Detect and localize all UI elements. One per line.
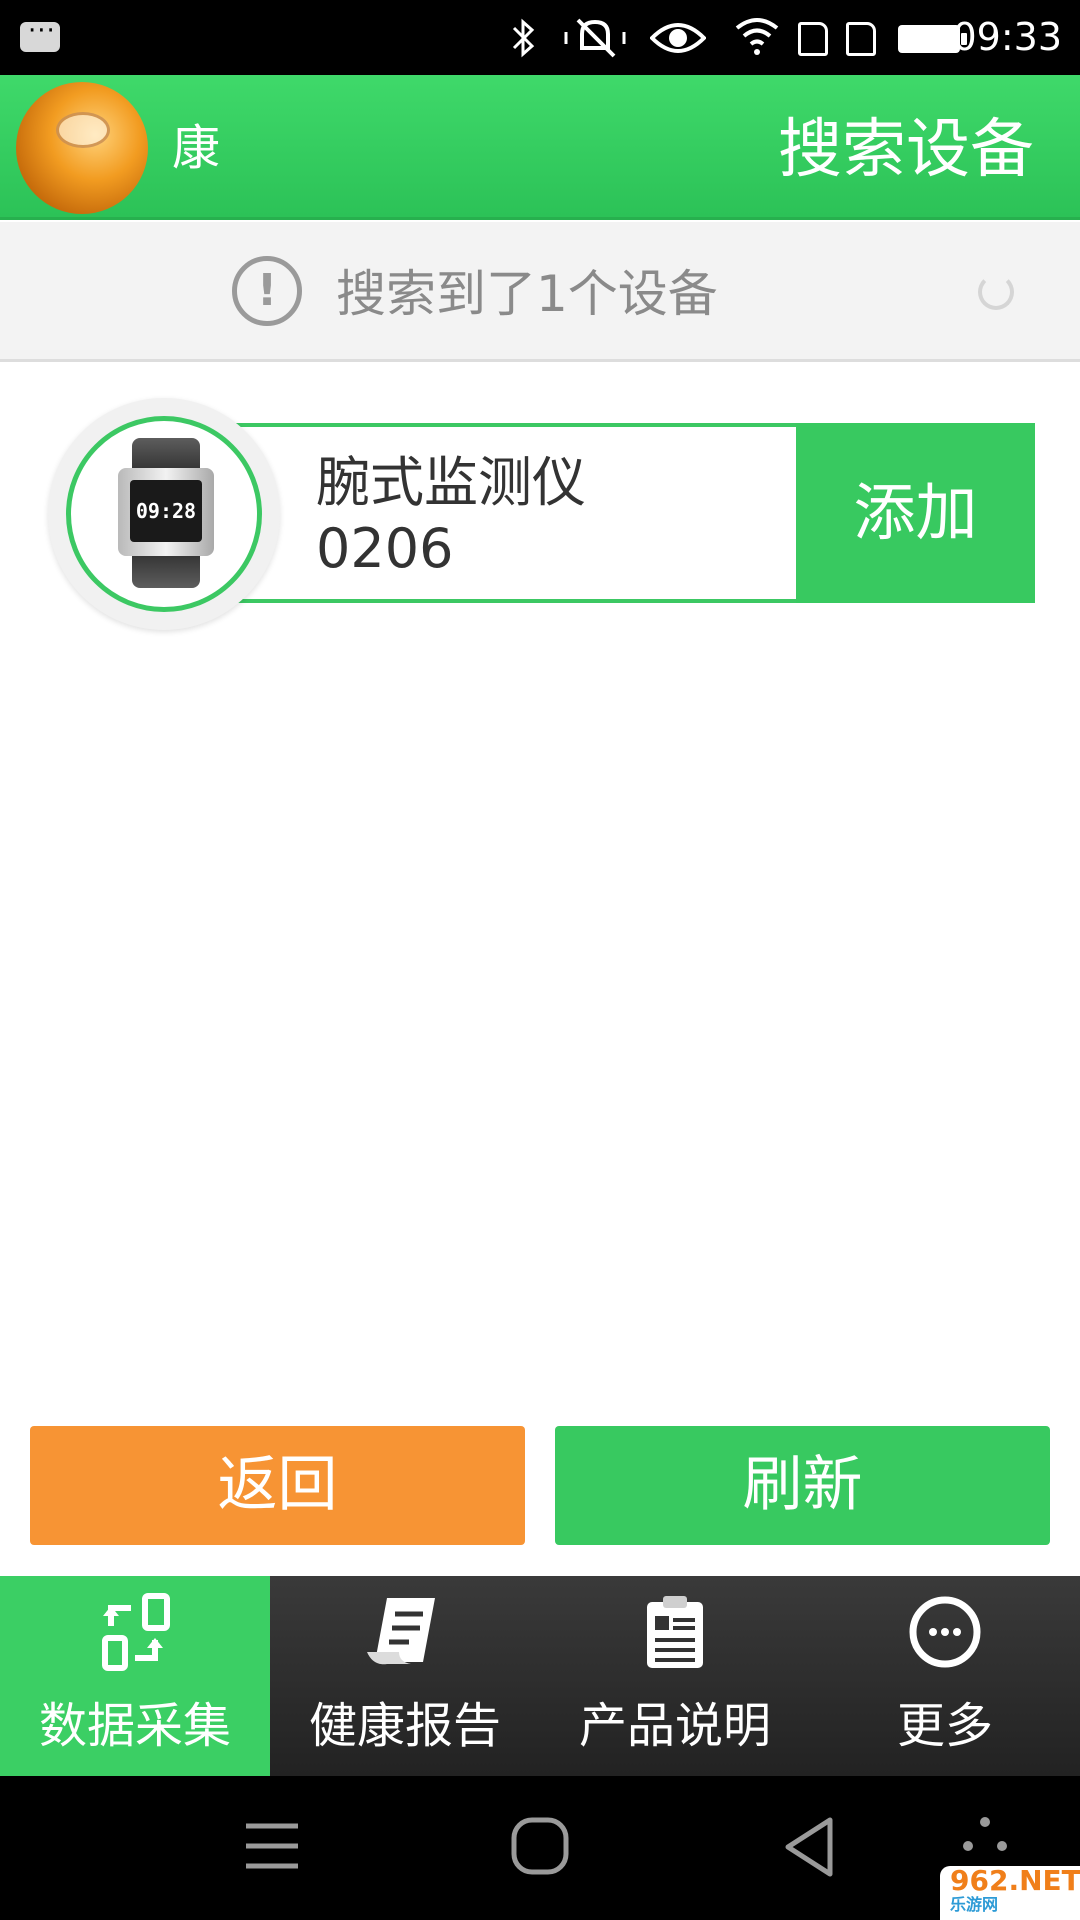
tab-data-collection[interactable]: 数据采集 xyxy=(0,1576,270,1776)
menu-icon[interactable] xyxy=(244,1822,300,1870)
add-device-button[interactable]: 添加 xyxy=(796,423,1035,603)
eye-icon xyxy=(650,23,706,53)
more-icon xyxy=(909,1596,981,1668)
loading-spinner-icon xyxy=(978,274,1014,310)
overflow-icon[interactable] xyxy=(960,1816,1010,1856)
sim-icon xyxy=(846,22,876,56)
avatar[interactable] xyxy=(16,82,148,214)
search-status-bar: ! 搜索到了1个设备 xyxy=(0,222,1080,362)
tab-product-info[interactable]: 产品说明 xyxy=(540,1576,810,1776)
watch-display-time: 09:28 xyxy=(130,480,202,542)
status-bar: 09:33 xyxy=(0,0,1080,75)
watermark-logo: 962.NET 乐游网 xyxy=(940,1866,1080,1920)
device-name: 腕式监测仪 xyxy=(316,451,586,514)
mute-icon xyxy=(564,18,626,58)
back-button[interactable]: 返回 xyxy=(30,1426,525,1545)
clock: 09:33 xyxy=(952,15,1062,59)
system-nav-bar xyxy=(0,1776,1080,1920)
exclamation-icon: ! xyxy=(232,256,302,326)
watermark-sub: 乐游网 xyxy=(950,1895,999,1914)
sim-icon xyxy=(798,22,828,56)
watermark-brand: 962.NET xyxy=(950,1864,1080,1897)
tab-label: 产品说明 xyxy=(578,1698,771,1754)
refresh-button[interactable]: 刷新 xyxy=(555,1426,1050,1545)
data-sync-icon xyxy=(102,1593,170,1671)
search-result-text: 搜索到了1个设备 xyxy=(336,265,718,323)
tab-health-report[interactable]: 健康报告 xyxy=(270,1576,540,1776)
wifi-icon xyxy=(735,18,779,55)
message-icon xyxy=(20,16,60,52)
page-title: 搜索设备 xyxy=(778,113,1034,187)
back-icon[interactable] xyxy=(782,1816,836,1878)
device-id: 0206 xyxy=(316,517,454,580)
home-icon[interactable] xyxy=(510,1816,570,1876)
battery-icon xyxy=(898,25,967,53)
tab-label: 数据采集 xyxy=(38,1698,231,1754)
bluetooth-icon xyxy=(512,18,535,58)
watch-icon: 09:28 xyxy=(118,438,214,588)
user-name: 康 xyxy=(172,120,221,176)
tab-label: 更多 xyxy=(896,1698,993,1754)
tab-label: 健康报告 xyxy=(308,1698,501,1754)
report-icon xyxy=(367,1598,435,1665)
clipboard-icon xyxy=(647,1596,703,1668)
app-screen: 09:33 康 搜索设备 ! 搜索到了1个设备 腕式监测仪 0206 添加 09… xyxy=(0,0,1080,1920)
tab-more[interactable]: 更多 xyxy=(810,1576,1080,1776)
